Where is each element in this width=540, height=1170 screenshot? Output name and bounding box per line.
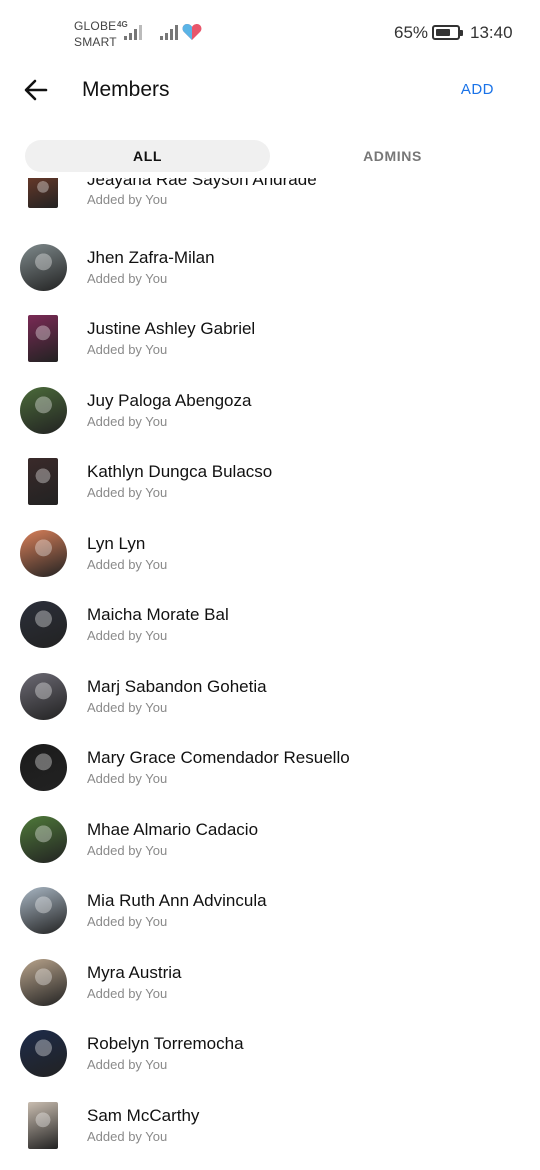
member-subtitle: Added by You xyxy=(87,557,168,572)
member-subtitle: Added by You xyxy=(87,192,168,207)
member-subtitle: Added by You xyxy=(87,414,168,429)
avatar xyxy=(20,744,67,791)
member-name: Juy Paloga Abengoza xyxy=(87,391,252,410)
member-name: Myra Austria xyxy=(87,963,182,982)
battery-icon xyxy=(432,25,463,40)
member-row[interactable]: Mary Grace Comendador Resuello Added by … xyxy=(0,744,540,815)
member-name: Jeayana Rae Sayson Andrade xyxy=(87,178,317,189)
member-name: Justine Ashley Gabriel xyxy=(87,319,256,338)
status-bar: GLOBE SMART 4G 65% 13:40 xyxy=(0,0,540,64)
member-row[interactable]: Jhen Zafra-Milan Added by You xyxy=(0,244,540,315)
member-name: Robelyn Torremocha xyxy=(87,1034,244,1053)
member-subtitle: Added by You xyxy=(87,771,168,786)
add-button[interactable]: ADD xyxy=(461,81,494,98)
member-name: Lyn Lyn xyxy=(87,534,146,553)
avatar xyxy=(20,887,67,934)
member-name: Mhae Almario Cadacio xyxy=(87,820,259,839)
member-name: Maicha Morate Bal xyxy=(87,605,229,624)
member-row[interactable]: Justine Ashley Gabriel Added by You xyxy=(0,315,540,386)
member-row[interactable]: Robelyn Torremocha Added by You xyxy=(0,1030,540,1101)
avatar xyxy=(20,1030,67,1077)
member-subtitle: Added by You xyxy=(87,271,168,286)
member-subtitle: Added by You xyxy=(87,1057,168,1072)
member-subtitle: Added by You xyxy=(87,700,168,715)
heart-icon xyxy=(182,24,202,40)
member-row[interactable]: Marj Sabandon Gohetia Added by You xyxy=(0,673,540,744)
header: Members ADD xyxy=(0,64,540,120)
avatar xyxy=(28,1102,58,1149)
member-row[interactable]: Kathlyn Dungca Bulacso Added by You xyxy=(0,458,540,529)
member-name: Sam McCarthy xyxy=(87,1106,200,1125)
member-name: Marj Sabandon Gohetia xyxy=(87,677,267,696)
avatar xyxy=(20,530,67,577)
member-name: Kathlyn Dungca Bulacso xyxy=(87,462,273,481)
member-row[interactable]: Maicha Morate Bal Added by You xyxy=(0,601,540,672)
member-subtitle: Added by You xyxy=(87,986,168,1001)
carrier-2: SMART xyxy=(74,35,117,49)
avatar xyxy=(28,178,58,208)
member-subtitle: Added by You xyxy=(87,628,168,643)
member-name: Mia Ruth Ann Advincula xyxy=(87,891,267,910)
tab-all[interactable]: ALL xyxy=(25,140,270,172)
clock: 13:40 xyxy=(470,23,513,42)
member-row[interactable]: Lyn Lyn Added by You xyxy=(0,530,540,601)
avatar xyxy=(28,315,58,362)
carrier-1: GLOBE xyxy=(74,19,117,33)
avatar xyxy=(20,816,67,863)
member-subtitle: Added by You xyxy=(87,342,168,357)
battery-percent: 65% xyxy=(394,23,429,42)
avatar xyxy=(20,244,67,291)
member-row[interactable]: Mhae Almario Cadacio Added by You xyxy=(0,816,540,887)
member-list[interactable]: Jeayana Rae Sayson Andrade Added by You … xyxy=(0,178,540,1170)
avatar xyxy=(20,959,67,1006)
member-row[interactable]: Mia Ruth Ann Advincula Added by You xyxy=(0,887,540,958)
signal-icon xyxy=(160,24,178,40)
avatar xyxy=(20,601,67,648)
member-subtitle: Added by You xyxy=(87,485,168,500)
tab-admins[interactable]: ADMINS xyxy=(270,140,515,172)
member-row[interactable]: Myra Austria Added by You xyxy=(0,959,540,1030)
member-row[interactable]: Jeayana Rae Sayson Andrade Added by You xyxy=(0,178,540,241)
member-row[interactable]: Juy Paloga Abengoza Added by You xyxy=(0,387,540,458)
member-subtitle: Added by You xyxy=(87,914,168,929)
member-subtitle: Added by You xyxy=(87,1129,168,1144)
member-name: Jhen Zafra-Milan xyxy=(87,248,215,267)
member-tabs: ALL ADMINS xyxy=(25,140,515,173)
page-title: Members xyxy=(82,78,170,101)
signal-icon xyxy=(124,24,142,40)
member-row[interactable]: Sam McCarthy Added by You xyxy=(0,1102,540,1170)
back-arrow-icon[interactable] xyxy=(22,76,50,104)
member-name: Mary Grace Comendador Resuello xyxy=(87,748,350,767)
avatar xyxy=(20,673,67,720)
member-subtitle: Added by You xyxy=(87,843,168,858)
carrier-names: GLOBE SMART xyxy=(74,18,117,50)
avatar xyxy=(20,387,67,434)
avatar xyxy=(28,458,58,505)
